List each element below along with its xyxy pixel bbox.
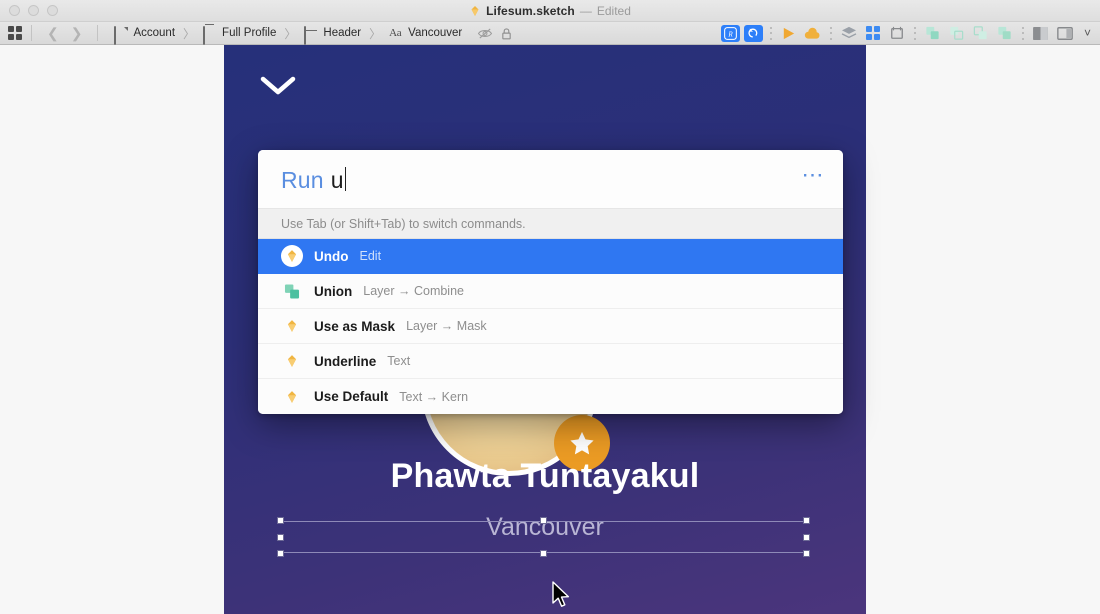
command-query: Run u (281, 164, 347, 194)
toolbar-right-group: R ˅ (719, 24, 1100, 42)
window-controls (0, 5, 58, 16)
canvas-area[interactable]: Phawta Tuntayakul Vancouver Run u ⋯ Use … (0, 45, 1100, 614)
resize-handle-middle-left[interactable] (277, 534, 284, 541)
boolean-difference-button[interactable] (995, 25, 1015, 42)
toolbar-divider (31, 25, 32, 41)
window-titlebar: Lifesum.sketch — Edited (0, 0, 1100, 22)
breadcrumb-separator: 〉 (369, 26, 382, 41)
command-result-union[interactable]: Union Layer → Combine (258, 274, 843, 309)
toolbar-divider (97, 25, 99, 41)
artboard-insert-button[interactable] (887, 25, 907, 42)
eye-slash-hidden-icon[interactable] (477, 27, 493, 40)
sketch-diamond-icon (471, 6, 479, 16)
command-title: Use as Mask (314, 318, 396, 334)
breadcrumb-item-full-profile[interactable]: Full Profile (200, 25, 279, 45)
sketch-diamond-icon (281, 315, 303, 337)
breadcrumb-item-vancouver[interactable]: Aa Vancouver (386, 27, 465, 40)
cloud-upload-button[interactable] (803, 25, 823, 42)
group-icon (304, 25, 318, 45)
preview-play-button[interactable] (779, 25, 799, 42)
window-edited-label: Edited (596, 4, 631, 18)
toolbar-separator-dots (829, 26, 832, 40)
chevron-down-shape[interactable] (260, 75, 296, 97)
command-path: Layer → Mask (406, 319, 487, 333)
command-query-token: Run (281, 167, 324, 193)
boolean-subtract-button[interactable] (947, 25, 967, 42)
mask-button[interactable] (1031, 25, 1051, 42)
text-aa-icon: Aa (389, 26, 402, 39)
breadcrumb-separator: 〉 (183, 26, 196, 41)
window-title: Lifesum.sketch (486, 4, 575, 18)
boolean-union-icon (281, 280, 303, 302)
undo-rotate-button[interactable] (743, 24, 763, 42)
resize-handle-top-center[interactable] (540, 517, 547, 524)
command-title: Union (314, 283, 353, 299)
command-title: Underline (314, 353, 377, 369)
window-title-separator: — (579, 4, 592, 18)
sketch-app-window: Lifesum.sketch — Edited ❮ ❯ Account 〉 Fu… (0, 0, 1100, 614)
page-icon (114, 25, 128, 45)
breadcrumb-label: Full Profile (222, 27, 277, 39)
star-icon (570, 431, 594, 454)
selection-bounding-box (277, 517, 810, 557)
breadcrumb-label: Account (133, 27, 176, 39)
page-title[interactable]: Phawta Tuntayakul (224, 457, 866, 496)
command-result-use-as-mask[interactable]: Use as Mask Layer → Mask (258, 309, 843, 344)
lock-icon[interactable] (501, 27, 512, 40)
main-toolbar: ❮ ❯ Account 〉 Full Profile 〉 Header 〉 Aa… (0, 22, 1100, 45)
text-caret (344, 167, 347, 191)
chevron-down-icon[interactable]: ˅ (1084, 26, 1091, 40)
minimize-button[interactable] (28, 5, 39, 16)
breadcrumb-label: Vancouver (408, 27, 463, 39)
breadcrumb-label: Header (323, 27, 362, 39)
breadcrumb-item-account[interactable]: Account (111, 25, 178, 45)
command-path: Layer → Combine (363, 284, 464, 298)
command-path: Edit (359, 249, 382, 263)
boolean-intersect-button[interactable] (971, 25, 991, 42)
breadcrumb: Account 〉 Full Profile 〉 Header 〉 Aa Van… (111, 25, 512, 45)
command-title: Undo (314, 248, 349, 264)
command-result-undo[interactable]: Undo Edit (258, 239, 843, 274)
sketch-diamond-icon (281, 245, 303, 267)
chevron-right-icon[interactable]: ❯ (65, 26, 89, 40)
resize-handle-top-left[interactable] (277, 517, 284, 524)
window-title-group: Lifesum.sketch — Edited (0, 0, 1100, 22)
chevron-left-icon[interactable]: ❮ (41, 26, 65, 40)
inspector-toggle-button[interactable] (1055, 25, 1075, 42)
sketch-diamond-icon (281, 386, 303, 408)
resize-handle-top-right[interactable] (803, 517, 810, 524)
command-hint: Use Tab (or Shift+Tab) to switch command… (258, 209, 843, 239)
ellipsis-icon[interactable]: ⋯ (802, 164, 826, 186)
command-result-underline[interactable]: Underline Text (258, 344, 843, 379)
arrow-cursor (552, 581, 570, 607)
command-title: Use Default (314, 389, 389, 404)
resize-handle-bottom-left[interactable] (277, 550, 284, 557)
grid-arrange-button[interactable] (863, 25, 883, 42)
breadcrumb-separator: 〉 (284, 26, 297, 41)
svg-text:R: R (727, 30, 733, 38)
runner-plugin-button[interactable]: R (720, 24, 740, 42)
resize-handle-bottom-right[interactable] (803, 550, 810, 557)
breadcrumb-item-header[interactable]: Header (301, 25, 364, 45)
boolean-union-button[interactable] (923, 25, 943, 42)
command-palette[interactable]: Run u ⋯ Use Tab (or Shift+Tab) to switch… (258, 150, 843, 414)
command-search-input[interactable]: Run u ⋯ (258, 150, 843, 209)
grid-view-icon[interactable] (8, 26, 22, 40)
toolbar-left-group: ❮ ❯ Account 〉 Full Profile 〉 Header 〉 Aa… (0, 25, 512, 45)
toolbar-separator-dots (913, 26, 916, 40)
layers-stack-button[interactable] (839, 25, 859, 42)
resize-handle-middle-right[interactable] (803, 534, 810, 541)
toolbar-separator-dots (769, 26, 772, 40)
zoom-button[interactable] (47, 5, 58, 16)
toolbar-separator-dots (1021, 26, 1024, 40)
sketch-diamond-icon (281, 350, 303, 372)
command-query-text: u (330, 167, 344, 193)
artboard-icon (203, 25, 217, 45)
command-path: Text (387, 354, 411, 368)
resize-handle-bottom-center[interactable] (540, 550, 547, 557)
close-button[interactable] (9, 5, 20, 16)
command-path: Text → Kern (399, 389, 469, 404)
command-result-use-default[interactable]: Use Default Text → Kern (258, 379, 843, 414)
